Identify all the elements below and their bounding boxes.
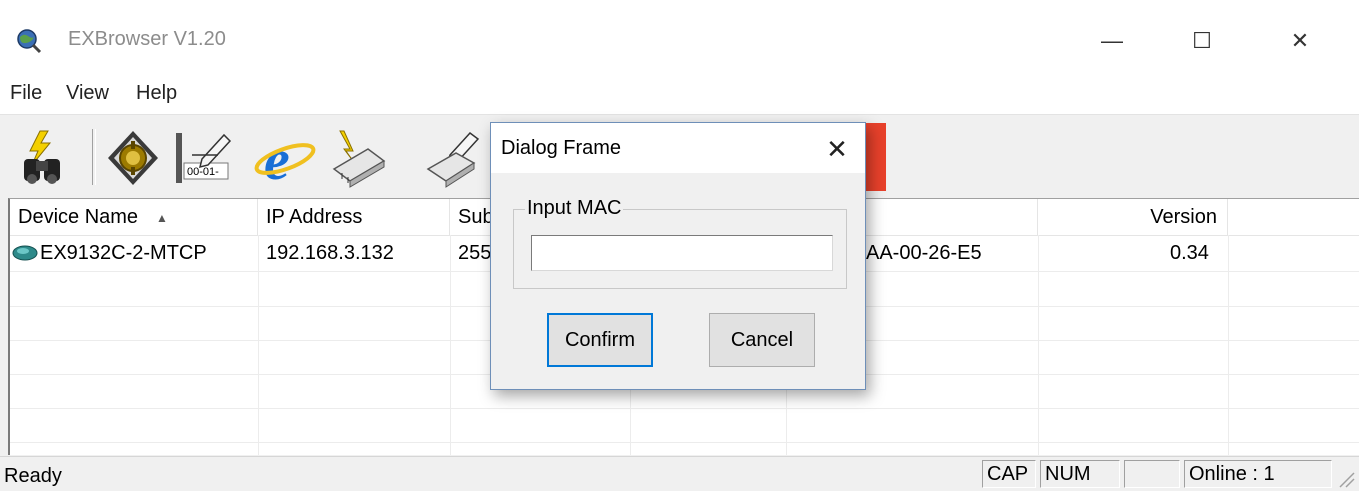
cell-device-name: EX9132C-2-MTCP [40,242,207,264]
column-header-version[interactable]: Version [1038,199,1228,235]
mac-code-text: 00-01- [187,166,219,178]
cell-mac: AA-00-26-E5 [866,242,982,264]
resize-grip-icon[interactable] [1336,469,1356,489]
column-header-blank[interactable] [1228,199,1359,235]
dialog-close-button[interactable]: ✕ [817,131,857,167]
confirm-button[interactable]: Confirm [547,313,653,367]
menu-help[interactable]: Help [136,82,177,105]
edit-mac-icon[interactable]: 00-01- [172,125,238,191]
dialog-title: Dialog Frame [501,137,622,159]
status-num: NUM [1040,460,1120,488]
status-online-count: Online : 1 [1184,460,1332,488]
dialog-title-bar[interactable]: Dialog Frame ✕ [491,123,865,173]
grid-line [10,442,1359,443]
toolbar-separator [92,129,96,185]
mac-address-input[interactable] [531,235,833,271]
cell-ip-address: 192.168.3.132 [266,242,394,264]
write-chip-icon[interactable] [420,125,486,191]
status-cap: CAP [982,460,1036,488]
settings-gear-icon[interactable] [100,125,166,191]
network-device-icon [12,245,38,261]
close-window-button[interactable]: ✕ [1278,22,1322,60]
sort-ascending-icon: ▲ [156,210,168,225]
status-scroll [1124,460,1180,488]
cell-subnet: 255 [458,242,492,264]
status-text: Ready [4,465,62,487]
menu-file[interactable]: File [10,82,42,105]
search-devices-icon[interactable] [10,125,76,191]
grid-line [10,408,1359,409]
app-globe-icon [17,29,42,54]
grid-vline [1228,235,1229,455]
menu-view[interactable]: View [66,82,109,105]
grid-vline [450,235,451,455]
column-header-ip-address[interactable]: IP Address [258,199,450,235]
grid-vline [258,235,259,455]
groupbox-label: Input MAC [525,197,624,220]
cell-version: 0.34 [1170,242,1209,264]
window-title: EXBrowser V1.20 [68,28,226,50]
main-window: EXBrowser V1.20 — ☐ ✕ File View Help 00-… [0,0,1359,491]
ie-letter: e [264,127,290,191]
column-header-device-name[interactable]: Device Name ▲ [10,199,258,235]
input-mac-dialog: Dialog Frame ✕ Input MAC Confirm Cancel [490,122,866,390]
maximize-button[interactable]: ☐ [1180,22,1224,60]
title-bar: EXBrowser V1.20 — ☐ ✕ [0,0,1359,74]
menu-bar: File View Help [0,74,1359,114]
firmware-flash-icon[interactable] [326,125,392,191]
status-bar: Ready CAP NUM Online : 1 [0,456,1359,491]
grid-vline [1038,235,1039,455]
internet-explorer-icon[interactable]: e [252,125,318,191]
minimize-button[interactable]: — [1090,22,1134,60]
cancel-button[interactable]: Cancel [709,313,815,367]
